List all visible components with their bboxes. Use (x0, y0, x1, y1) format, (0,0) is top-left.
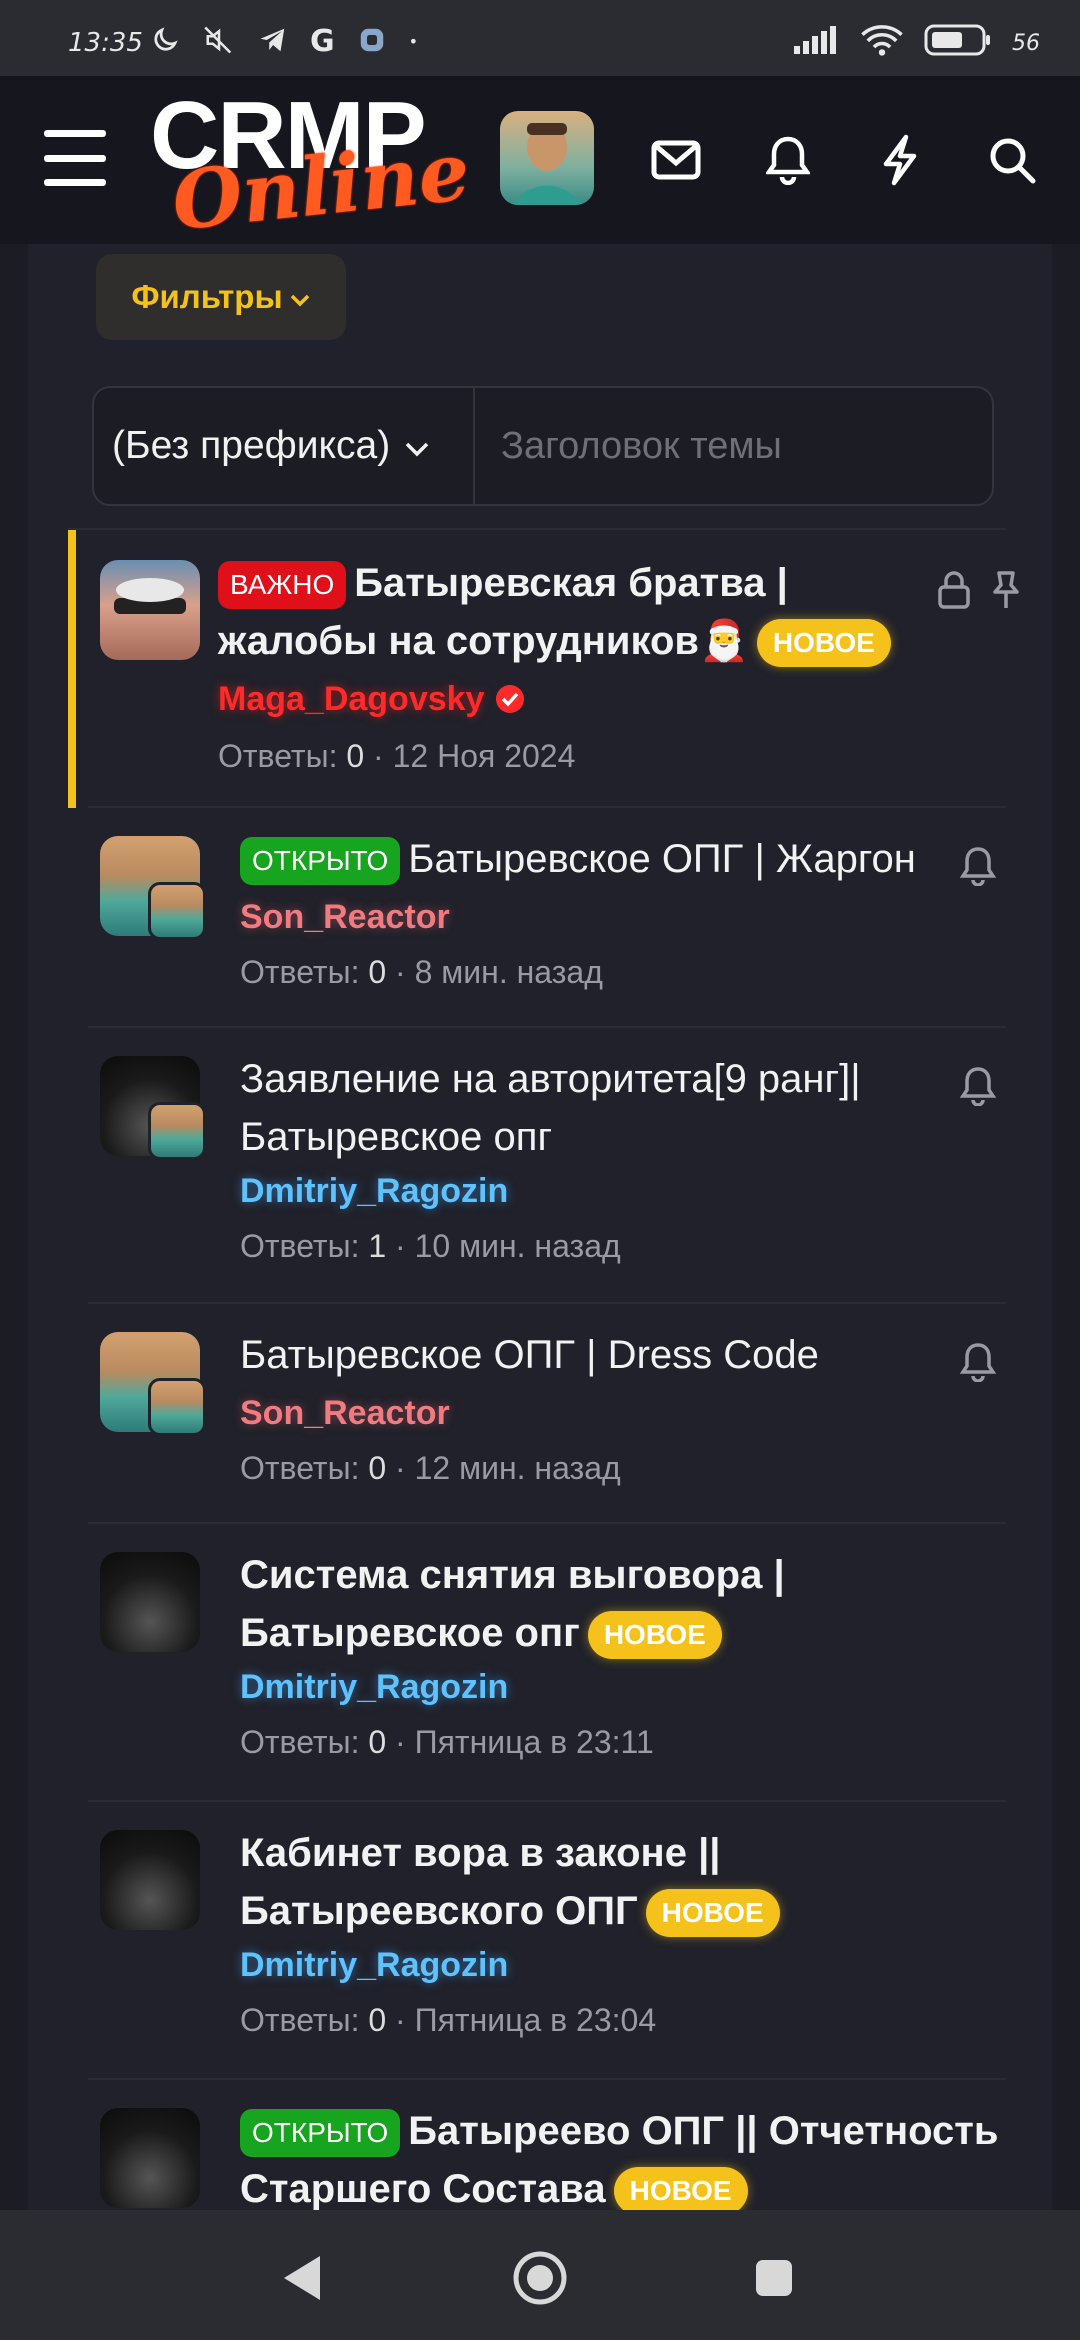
sticky-indicator (68, 530, 76, 808)
thread-author[interactable]: Dmitriy_Ragozin (240, 1668, 508, 1707)
prefix-value: (Без префикса) (112, 424, 391, 467)
chevron-down-icon (404, 424, 430, 468)
mute-icon (202, 25, 236, 59)
thread-date: 12 мин. назад (414, 1450, 621, 1486)
thread-title[interactable]: ОТКРЫТО Батыревское ОПГ | Жаргон (240, 830, 980, 888)
thread-item[interactable]: ОТКРЫТО Батыревское ОПГ | Жаргон Son_Reac… (88, 806, 1006, 1028)
thread-date: 8 мин. назад (414, 954, 603, 990)
open-badge: ОТКРЫТО (240, 2109, 401, 2158)
new-badge: НОВОЕ (756, 619, 891, 668)
thread-item[interactable]: Заявление на авторитета[9 ранг]| Батырев… (88, 1026, 1006, 1304)
thread-item[interactable]: ОТКРЫТО Батыреево ОПГ || Отчетность Старш… (88, 2078, 1006, 2210)
back-icon[interactable] (272, 2248, 332, 2308)
home-icon[interactable] (510, 2248, 570, 2308)
thread-title[interactable]: Батыревское ОПГ | Dress Code (240, 1326, 940, 1384)
thread-date: Пятница в 23:11 (414, 1724, 654, 1760)
thread-item[interactable]: Система снятия выговора | Батыревское оп… (88, 1522, 1006, 1802)
bell-icon[interactable] (956, 844, 1000, 888)
app-notification-icon (357, 25, 387, 59)
thread-meta: Ответы: 0 · Пятница в 23:04 (240, 2002, 657, 2038)
thread-author[interactable]: Son_Reactor (240, 898, 450, 937)
new-badge: НОВОЕ (645, 1889, 780, 1938)
last-poster-avatar[interactable] (148, 1102, 206, 1160)
last-poster-avatar[interactable] (148, 1378, 206, 1436)
new-badge: НОВОЕ (613, 2167, 748, 2210)
thread-avatar[interactable] (100, 1552, 200, 1652)
filters-button[interactable]: Фильтры (96, 254, 346, 340)
battery-percent: 56 (1012, 30, 1040, 56)
thread-avatar[interactable] (100, 2108, 200, 2208)
bell-icon[interactable] (956, 1064, 1000, 1108)
thread-list-panel: Фильтры (Без префикса) ВАЖНОБатыревская … (28, 244, 1052, 2210)
status-time: 13:35 (68, 28, 143, 58)
prefix-select[interactable]: (Без префикса) (94, 388, 475, 504)
important-badge: ВАЖНО (218, 561, 347, 610)
thread-author[interactable]: Maga_Dagovsky (218, 680, 526, 719)
site-header: CRMP Online (0, 76, 1080, 249)
thread-title[interactable]: ОТКРЫТО Батыреево ОПГ || Отчетность Старш… (240, 2102, 1000, 2210)
thread-date: 10 мин. назад (414, 1228, 621, 1264)
thread-date: Пятница в 23:04 (414, 2002, 657, 2038)
thread-avatar[interactable] (100, 560, 200, 660)
telegram-icon (258, 25, 288, 59)
last-poster-avatar[interactable] (148, 882, 206, 940)
google-icon: G (310, 24, 335, 59)
thread-title-input[interactable] (475, 388, 992, 504)
notifications-icon[interactable] (756, 128, 820, 192)
wifi-icon (860, 24, 904, 62)
new-thread-row: (Без префикса) (92, 386, 994, 506)
chevron-down-icon (289, 278, 311, 316)
thread-meta: Ответы: 0 · 12 мин. назад (240, 1450, 621, 1486)
status-bar: 13:35 G • 56 (0, 0, 1080, 76)
thread-avatar[interactable] (100, 1830, 200, 1930)
signal-icon (794, 26, 840, 60)
verified-icon (494, 680, 526, 718)
thread-meta: Ответы: 0 · 8 мин. назад (240, 954, 603, 990)
dot-icon: • (408, 32, 419, 51)
open-badge: ОТКРЫТО (240, 837, 401, 886)
thread-author[interactable]: Dmitriy_Ragozin (240, 1946, 508, 1985)
menu-icon[interactable] (44, 130, 106, 186)
thread-title[interactable]: Кабинет вора в законе || Батыреевского О… (240, 1824, 960, 1940)
thread-author[interactable]: Dmitriy_Ragozin (240, 1172, 508, 1211)
thread-author[interactable]: Son_Reactor (240, 1394, 450, 1433)
thread-meta: Ответы: 1 · 10 мин. назад (240, 1228, 621, 1264)
bell-icon[interactable] (956, 1340, 1000, 1384)
thread-meta: Ответы: 0 · Пятница в 23:11 (240, 1724, 654, 1760)
thread-item[interactable]: Батыревское ОПГ | Dress Code Son_Reactor… (88, 1302, 1006, 1524)
bolt-icon[interactable] (868, 128, 932, 192)
lock-icon (932, 568, 976, 612)
system-nav-bar (0, 2210, 1080, 2340)
battery-icon (924, 24, 992, 62)
thread-date: 12 Ноя 2024 (392, 738, 576, 774)
filters-label: Фильтры (131, 278, 283, 315)
thread-meta: Ответы: 0 · 12 Ноя 2024 (218, 738, 576, 774)
search-icon[interactable] (980, 128, 1044, 192)
moon-icon (150, 25, 180, 59)
new-badge: НОВОЕ (587, 1611, 722, 1660)
thread-item[interactable]: Кабинет вора в законе || Батыреевского О… (88, 1800, 1006, 2080)
recents-icon[interactable] (744, 2248, 804, 2308)
messages-icon[interactable] (644, 128, 708, 192)
site-logo[interactable]: CRMP Online (150, 88, 480, 249)
pin-icon (984, 568, 1028, 612)
thread-title[interactable]: Система снятия выговора | Батыревское оп… (240, 1546, 960, 1662)
thread-item[interactable]: ВАЖНО Батыревская братва | жалобы на сотр… (68, 528, 1019, 808)
thread-title[interactable]: ВАЖНО Батыревская братва | жалобы на сотр… (218, 554, 938, 670)
thread-title[interactable]: Заявление на авторитета[9 ранг]| Батырев… (240, 1050, 940, 1166)
user-avatar[interactable] (500, 111, 594, 205)
